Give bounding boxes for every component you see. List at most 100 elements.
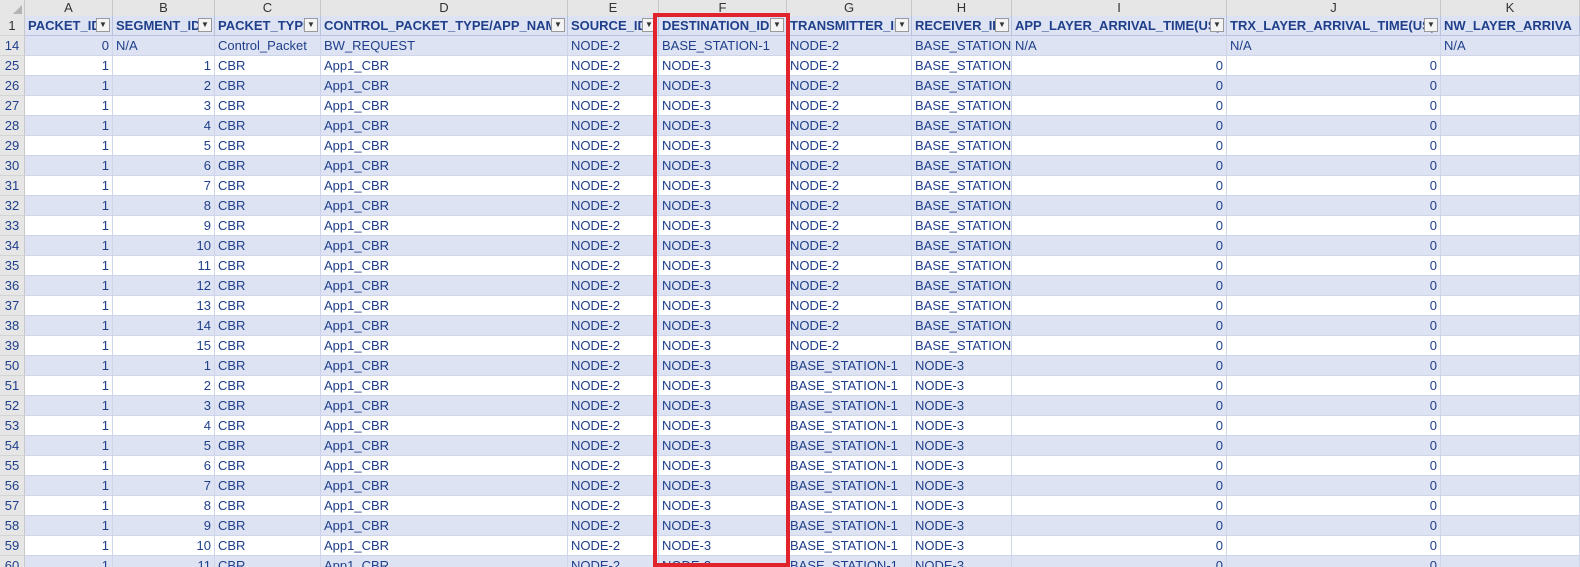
cell-source-id[interactable]: NODE-2 [568,196,659,216]
cell-transmitter-id[interactable]: NODE-2 [787,196,912,216]
cell-transmitter-id[interactable]: BASE_STATION-1 [787,376,912,396]
cell-trx-layer-arrival[interactable]: 0 [1227,296,1441,316]
cell-trx-layer-arrival[interactable]: 0 [1227,276,1441,296]
cell-destination-id[interactable]: NODE-3 [659,336,787,356]
cell-nw-layer-arrival[interactable] [1441,376,1580,396]
cell-app-name[interactable]: App1_CBR [321,456,568,476]
cell-packet-id[interactable]: 1 [25,296,113,316]
cell-packet-id[interactable]: 1 [25,496,113,516]
cell-receiver-id[interactable]: NODE-3 [912,536,1012,556]
cell-trx-layer-arrival[interactable]: N/A [1227,36,1441,56]
cell-app-name[interactable]: App1_CBR [321,476,568,496]
cell-transmitter-id[interactable]: NODE-2 [787,256,912,276]
cell-trx-layer-arrival[interactable]: 0 [1227,316,1441,336]
cell-receiver-id[interactable]: BASE_STATION- [912,36,1012,56]
cell-segment-id[interactable]: 6 [113,156,215,176]
cell-source-id[interactable]: NODE-2 [568,56,659,76]
cell-transmitter-id[interactable]: NODE-2 [787,96,912,116]
cell-packet-id[interactable]: 1 [25,116,113,136]
cell-receiver-id[interactable]: BASE_STATION- [912,316,1012,336]
cell-app-name[interactable]: App1_CBR [321,156,568,176]
cell-app-name[interactable]: App1_CBR [321,496,568,516]
cell-nw-layer-arrival[interactable] [1441,476,1580,496]
cell-source-id[interactable]: NODE-2 [568,116,659,136]
cell-segment-id[interactable]: 1 [113,56,215,76]
cell-packet-type[interactable]: CBR [215,216,321,236]
cell-app-layer-arrival[interactable]: 0 [1012,416,1227,436]
cell-segment-id[interactable]: 8 [113,196,215,216]
row-number[interactable]: 57 [0,496,25,516]
cell-trx-layer-arrival[interactable]: 0 [1227,216,1441,236]
cell-packet-type[interactable]: CBR [215,476,321,496]
column-letter-d[interactable]: D [321,0,568,16]
cell-source-id[interactable]: NODE-2 [568,36,659,56]
cell-packet-id[interactable]: 1 [25,136,113,156]
cell-app-layer-arrival[interactable]: 0 [1012,156,1227,176]
cell-segment-id[interactable]: 11 [113,556,215,567]
cell-destination-id[interactable]: NODE-3 [659,256,787,276]
cell-nw-layer-arrival[interactable] [1441,156,1580,176]
cell-packet-type[interactable]: CBR [215,556,321,567]
cell-trx-layer-arrival[interactable]: 0 [1227,76,1441,96]
cell-nw-layer-arrival[interactable] [1441,256,1580,276]
cell-app-name[interactable]: App1_CBR [321,436,568,456]
cell-source-id[interactable]: NODE-2 [568,396,659,416]
header-cell-destination-id[interactable]: DESTINATION_ID ▼ [659,16,787,36]
cell-nw-layer-arrival[interactable] [1441,116,1580,136]
cell-transmitter-id[interactable]: NODE-2 [787,76,912,96]
cell-nw-layer-arrival[interactable] [1441,396,1580,416]
row-number[interactable]: 54 [0,436,25,456]
cell-receiver-id[interactable]: NODE-3 [912,496,1012,516]
cell-app-layer-arrival[interactable]: 0 [1012,556,1227,567]
cell-receiver-id[interactable]: NODE-3 [912,456,1012,476]
cell-source-id[interactable]: NODE-2 [568,556,659,567]
cell-receiver-id[interactable]: NODE-3 [912,376,1012,396]
cell-trx-layer-arrival[interactable]: 0 [1227,356,1441,376]
cell-segment-id[interactable]: N/A [113,36,215,56]
dropdown-arrow-icon[interactable]: ▼ [551,18,565,32]
cell-packet-id[interactable]: 1 [25,96,113,116]
cell-packet-id[interactable]: 1 [25,536,113,556]
cell-packet-type[interactable]: CBR [215,176,321,196]
header-cell-packet-type[interactable]: PACKET_TYPE ▼ [215,16,321,36]
cell-source-id[interactable]: NODE-2 [568,536,659,556]
cell-transmitter-id[interactable]: BASE_STATION-1 [787,516,912,536]
cell-segment-id[interactable]: 4 [113,416,215,436]
filter-funnel-icon[interactable]: ▼ [770,18,784,32]
cell-source-id[interactable]: NODE-2 [568,76,659,96]
cell-app-name[interactable]: App1_CBR [321,336,568,356]
cell-packet-id[interactable]: 1 [25,356,113,376]
cell-packet-type[interactable]: CBR [215,296,321,316]
cell-nw-layer-arrival[interactable] [1441,416,1580,436]
cell-destination-id[interactable]: NODE-3 [659,276,787,296]
cell-app-name[interactable]: App1_CBR [321,196,568,216]
cell-app-name[interactable]: App1_CBR [321,416,568,436]
cell-app-layer-arrival[interactable]: 0 [1012,196,1227,216]
cell-nw-layer-arrival[interactable] [1441,536,1580,556]
header-cell-segment-id[interactable]: SEGMENT_ID ▼ [113,16,215,36]
cell-packet-type[interactable]: CBR [215,536,321,556]
cell-transmitter-id[interactable]: NODE-2 [787,116,912,136]
cell-packet-id[interactable]: 1 [25,56,113,76]
cell-nw-layer-arrival[interactable] [1441,496,1580,516]
cell-app-layer-arrival[interactable]: 0 [1012,56,1227,76]
row-number[interactable]: 59 [0,536,25,556]
cell-nw-layer-arrival[interactable] [1441,516,1580,536]
cell-source-id[interactable]: NODE-2 [568,436,659,456]
cell-app-layer-arrival[interactable]: 0 [1012,256,1227,276]
cell-trx-layer-arrival[interactable]: 0 [1227,96,1441,116]
cell-segment-id[interactable]: 2 [113,376,215,396]
cell-packet-type[interactable]: CBR [215,56,321,76]
cell-transmitter-id[interactable]: BASE_STATION-1 [787,496,912,516]
cell-nw-layer-arrival[interactable] [1441,436,1580,456]
cell-transmitter-id[interactable]: BASE_STATION-1 [787,416,912,436]
cell-transmitter-id[interactable]: BASE_STATION-1 [787,396,912,416]
cell-nw-layer-arrival[interactable]: N/A [1441,36,1580,56]
cell-packet-id[interactable]: 1 [25,456,113,476]
cell-packet-type[interactable]: CBR [215,96,321,116]
cell-destination-id[interactable]: NODE-3 [659,496,787,516]
cell-transmitter-id[interactable]: BASE_STATION-1 [787,536,912,556]
cell-transmitter-id[interactable]: NODE-2 [787,156,912,176]
cell-trx-layer-arrival[interactable]: 0 [1227,136,1441,156]
cell-packet-id[interactable]: 1 [25,196,113,216]
